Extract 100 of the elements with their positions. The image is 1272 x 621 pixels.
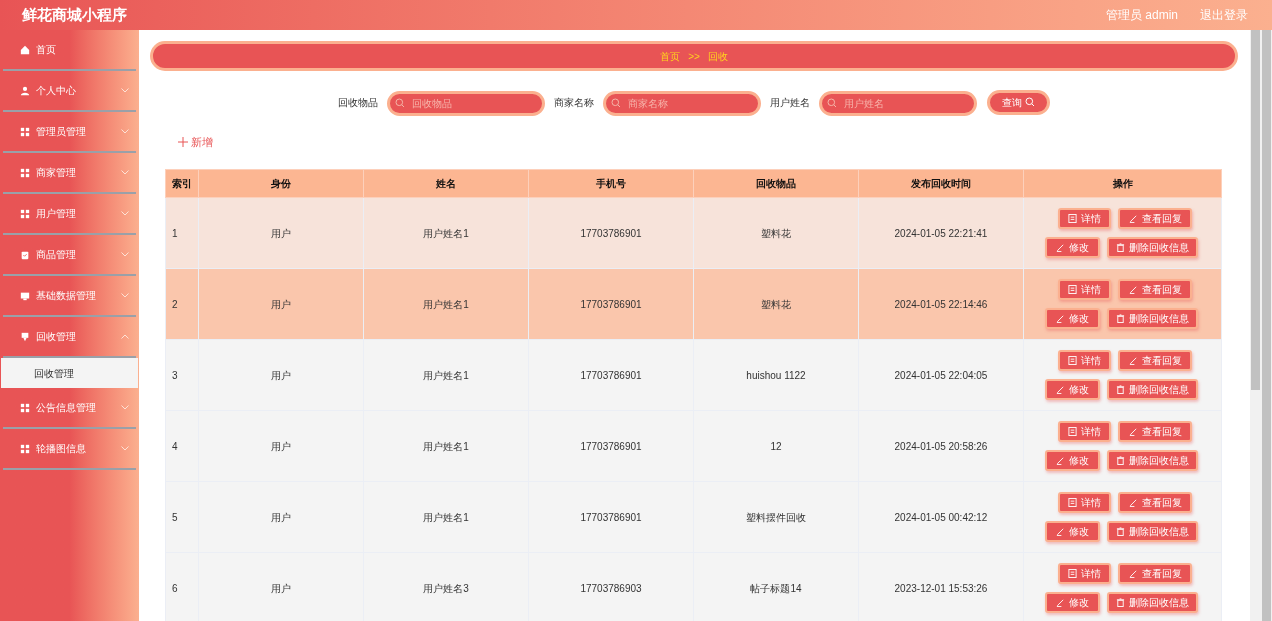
column-header: 姓名 xyxy=(363,169,529,198)
action-button[interactable]: 修改 xyxy=(1045,379,1100,400)
sidebar-item[interactable]: 用户管理 xyxy=(0,194,139,233)
document-icon xyxy=(1068,569,1077,578)
table-cell: 1 xyxy=(165,197,199,269)
table-cell: 用户姓名1 xyxy=(363,268,529,340)
pencil-icon xyxy=(1128,285,1138,294)
trash-icon xyxy=(1116,243,1125,252)
monitor-icon xyxy=(20,290,30,301)
table-cell: 4 xyxy=(165,410,199,482)
action-button[interactable]: 查看回复 xyxy=(1118,208,1192,229)
search-icon xyxy=(395,97,405,108)
action-button[interactable]: 修改 xyxy=(1045,521,1100,542)
action-button[interactable]: 查看回复 xyxy=(1118,279,1192,300)
action-button[interactable]: 删除回收信息 xyxy=(1107,237,1198,258)
scrollbar[interactable] xyxy=(1250,30,1272,621)
trash-icon xyxy=(1116,314,1125,323)
action-button[interactable]: 查看回复 xyxy=(1118,492,1192,513)
search-icon xyxy=(1025,97,1035,107)
action-button[interactable]: 详情 xyxy=(1058,279,1111,300)
scrollbar-thumb[interactable] xyxy=(1251,30,1260,390)
table-row[interactable]: 2 用户 用户姓名1 17703786901 塑料花 2024-01-05 22:14:46 详情 查看回复 修改 删除回收信息 xyxy=(165,268,1222,340)
sidebar-item[interactable]: 商家管理 xyxy=(0,153,139,192)
pencil-icon xyxy=(1056,385,1065,394)
document-icon xyxy=(1068,285,1077,294)
table-cell: 2024-01-05 22:04:05 xyxy=(858,339,1024,411)
table-cell: 塑料摆件回收 xyxy=(693,481,859,553)
plus-icon xyxy=(178,137,188,147)
sidebar-item[interactable]: 轮播图信息 xyxy=(0,429,139,468)
action-button[interactable]: 修改 xyxy=(1045,450,1100,471)
table-cell: 用户 xyxy=(198,339,364,411)
breadcrumb-link[interactable]: 首页 xyxy=(660,48,681,64)
table-cell: 用户姓名1 xyxy=(363,481,529,553)
action-button[interactable]: 修改 xyxy=(1045,592,1100,613)
trash-icon xyxy=(1116,598,1125,607)
search-button[interactable]: 查询 xyxy=(987,89,1050,115)
table-cell: 用户 xyxy=(198,197,364,269)
table-cell: 17703786901 xyxy=(528,197,694,269)
action-button[interactable]: 删除回收信息 xyxy=(1107,308,1198,329)
home-icon xyxy=(20,44,30,55)
action-button[interactable]: 删除回收信息 xyxy=(1107,450,1198,471)
logout-link[interactable]: 退出登录 xyxy=(1200,6,1248,24)
table-row[interactable]: 6 用户 用户姓名3 17703786903 帖子标题14 2023-12-01 15:53:26 详情 查看回复 修改 删除回收信息 xyxy=(165,552,1222,621)
column-header: 回收物品 xyxy=(693,169,859,198)
action-button[interactable]: 详情 xyxy=(1058,492,1111,513)
field-label: 回收物品 xyxy=(338,95,378,110)
sidebar-item[interactable]: 个人中心 xyxy=(0,71,139,110)
table-cell: 17703786901 xyxy=(528,481,694,553)
sidebar-item[interactable]: 首页 xyxy=(0,30,139,69)
grid-icon xyxy=(20,167,30,178)
action-button[interactable]: 修改 xyxy=(1045,308,1100,329)
column-header: 发布回收时间 xyxy=(858,169,1024,198)
action-button[interactable]: 详情 xyxy=(1058,350,1111,371)
field-label: 商家名称 xyxy=(554,95,594,110)
action-button[interactable]: 详情 xyxy=(1058,421,1111,442)
action-button[interactable]: 查看回复 xyxy=(1118,421,1192,442)
sidebar-item[interactable]: 基础数据管理 xyxy=(0,276,139,315)
table-row[interactable]: 3 用户 用户姓名1 17703786901 huishou 1122 2024-01-05 22:04:05 详情 查看回复 修改 删除回收信息 xyxy=(165,339,1222,411)
search-field[interactable]: 回收物品 xyxy=(387,90,545,116)
action-button[interactable]: 删除回收信息 xyxy=(1107,592,1198,613)
action-button[interactable]: 删除回收信息 xyxy=(1107,521,1198,542)
table-cell: 2024-01-05 22:14:46 xyxy=(858,268,1024,340)
table-cell: 用户 xyxy=(198,410,364,482)
action-button[interactable]: 修改 xyxy=(1045,237,1100,258)
action-button[interactable]: 详情 xyxy=(1058,563,1111,584)
pencil-icon xyxy=(1128,498,1138,507)
table-cell: 2024-01-05 00:42:12 xyxy=(858,481,1024,553)
table-cell: 6 xyxy=(165,552,199,621)
breadcrumb-current: 回收 xyxy=(707,49,728,64)
table-row[interactable]: 1 用户 用户姓名1 17703786901 塑料花 2024-01-05 22:21:41 详情 查看回复 修改 删除回收信息 xyxy=(165,197,1222,269)
submenu-item[interactable]: 回收管理 xyxy=(1,358,138,388)
table-cell: 12 xyxy=(693,410,859,482)
pin-icon xyxy=(20,331,30,342)
search-field[interactable]: 商家名称 xyxy=(603,90,761,116)
add-button[interactable]: 新增 xyxy=(178,133,213,151)
table-row[interactable]: 4 用户 用户姓名1 17703786901 12 2024-01-05 20:58:26 详情 查看回复 修改 删除回收信息 xyxy=(165,410,1222,482)
column-header: 手机号 xyxy=(528,169,694,198)
sidebar-item[interactable]: 回收管理 xyxy=(0,317,139,356)
sidebar-item[interactable]: 商品管理 xyxy=(0,235,139,274)
search-icon xyxy=(611,97,621,108)
trash-icon xyxy=(1116,527,1125,536)
action-button[interactable]: 删除回收信息 xyxy=(1107,379,1198,400)
search-field[interactable]: 用户姓名 xyxy=(819,90,977,116)
sidebar-item[interactable]: 公告信息管理 xyxy=(0,388,139,427)
user-icon xyxy=(20,85,30,96)
pencil-icon xyxy=(1128,427,1138,436)
action-button[interactable]: 详情 xyxy=(1058,208,1111,229)
table-cell: 用户 xyxy=(198,268,364,340)
pencil-icon xyxy=(1056,456,1065,465)
table-cell: 用户姓名1 xyxy=(363,410,529,482)
grid-icon xyxy=(20,208,30,219)
table-cell: 17703786901 xyxy=(528,339,694,411)
table-cell: 2 xyxy=(165,268,199,340)
sidebar-item[interactable]: 管理员管理 xyxy=(0,112,139,151)
table-cell: 塑料花 xyxy=(693,268,859,340)
pencil-icon xyxy=(1128,569,1138,578)
action-button[interactable]: 查看回复 xyxy=(1118,350,1192,371)
action-button[interactable]: 查看回复 xyxy=(1118,563,1192,584)
column-header: 索引 xyxy=(165,169,199,198)
table-row[interactable]: 5 用户 用户姓名1 17703786901 塑料摆件回收 2024-01-05 00:42:12 详情 查看回复 修改 删除回收信息 xyxy=(165,481,1222,553)
